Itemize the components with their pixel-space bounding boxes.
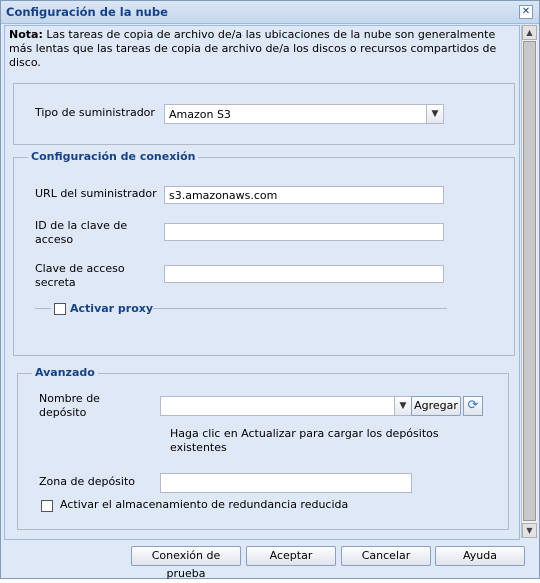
- reduced-redundancy-checkbox[interactable]: [41, 500, 53, 512]
- test-connection-button[interactable]: Conexión de prueba: [131, 546, 241, 580]
- help-button[interactable]: Ayuda: [435, 546, 525, 566]
- note-text: Nota: Las tareas de copia de archivo de/…: [9, 28, 505, 70]
- vertical-scrollbar[interactable]: ▲ ▼: [521, 25, 537, 538]
- chevron-down-icon[interactable]: ▼: [426, 105, 443, 123]
- bucket-label-2: depósito: [39, 406, 87, 419]
- dialog-title: Configuración de la nube: [6, 5, 168, 19]
- key-id-label-2: acceso: [35, 233, 74, 246]
- add-bucket-button[interactable]: Agregar: [411, 396, 461, 416]
- provider-value: Amazon S3: [169, 108, 231, 121]
- secret-label-1: Clave de acceso: [35, 262, 125, 275]
- note-bold: Nota:: [9, 28, 43, 41]
- key-id-label-1: ID de la clave de: [35, 219, 128, 232]
- note-body: Las tareas de copia de archivo de/a las …: [9, 28, 497, 69]
- scroll-down-icon[interactable]: ▼: [522, 523, 537, 538]
- secret-label-2: secreta: [35, 276, 76, 289]
- title-bar: Configuración de la nube ✕: [1, 1, 539, 24]
- close-icon[interactable]: ✕: [519, 5, 533, 19]
- scroll-thumb[interactable]: [523, 41, 536, 521]
- bucket-label-1: Nombre de: [39, 392, 100, 405]
- bucket-select[interactable]: ▼: [160, 396, 412, 416]
- cancel-button[interactable]: Cancelar: [341, 546, 431, 566]
- secret-key-input[interactable]: [164, 265, 444, 283]
- provider-label: Tipo de suministrador: [35, 106, 155, 119]
- reduced-redundancy-label: Activar el almacenamiento de redundancia…: [60, 498, 349, 511]
- url-label: URL del suministrador: [35, 187, 157, 200]
- proxy-divider-left: [35, 308, 51, 309]
- bucket-hint-2: existentes: [170, 441, 227, 454]
- refresh-icon[interactable]: ⟳: [463, 396, 483, 416]
- proxy-label: Activar proxy: [70, 302, 154, 315]
- zone-label: Zona de depósito: [39, 475, 136, 488]
- access-key-id-input[interactable]: [164, 223, 444, 241]
- proxy-checkbox[interactable]: [54, 303, 66, 315]
- bucket-hint-1: Haga clic en Actualizar para cargar los …: [170, 427, 439, 440]
- connection-legend: Configuración de conexión: [28, 150, 199, 163]
- chevron-down-icon[interactable]: ▼: [394, 397, 411, 415]
- ok-button[interactable]: Aceptar: [246, 546, 336, 566]
- bucket-zone-input[interactable]: [160, 473, 412, 493]
- scroll-up-icon[interactable]: ▲: [522, 25, 537, 40]
- url-input[interactable]: [164, 186, 444, 204]
- provider-select[interactable]: Amazon S3 ▼: [164, 104, 444, 124]
- advanced-legend: Avanzado: [32, 366, 98, 379]
- cloud-config-dialog: Configuración de la nube ✕ Nota: Las tar…: [0, 0, 540, 580]
- proxy-divider-right: [153, 308, 447, 309]
- dialog-content: Nota: Las tareas de copia de archivo de/…: [4, 25, 520, 540]
